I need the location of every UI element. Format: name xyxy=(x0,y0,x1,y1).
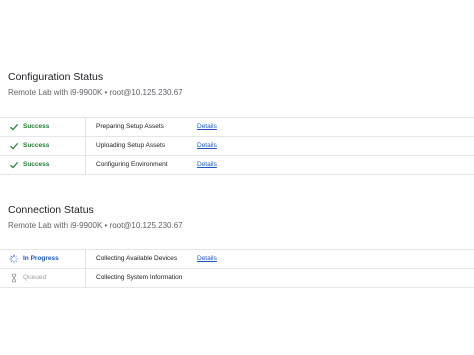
status-page: Configuration Status Remote Lab with i9-… xyxy=(0,0,474,355)
details-link[interactable]: Details xyxy=(197,161,217,168)
step-label: Preparing Setup Assets xyxy=(96,123,164,130)
table-row: Success Configuring Environment Details xyxy=(0,156,474,175)
check-icon xyxy=(9,141,19,151)
status-label: In Progress xyxy=(23,255,59,262)
check-icon xyxy=(9,160,19,170)
table-row: In Progress Collecting Available Devices… xyxy=(0,250,474,269)
step-label: Collecting Available Devices xyxy=(96,255,178,262)
details-link[interactable]: Details xyxy=(197,142,217,149)
connection-status-table: In Progress Collecting Available Devices… xyxy=(0,249,474,288)
status-cell: In Progress xyxy=(0,250,86,268)
configuration-status-table: Success Preparing Setup Assets Details S… xyxy=(0,117,474,175)
status-label: Success xyxy=(23,123,50,130)
status-label: Success xyxy=(23,161,50,168)
hourglass-icon xyxy=(9,273,19,283)
table-row: Queued Collecting System Information xyxy=(0,269,474,288)
status-cell: Queued xyxy=(0,269,86,287)
details-link[interactable]: Details xyxy=(197,255,217,262)
spinner-icon xyxy=(9,254,19,264)
status-label: Queued xyxy=(23,274,47,281)
table-row: Success Uploading Setup Assets Details xyxy=(0,137,474,156)
step-label: Collecting System Information xyxy=(96,274,183,281)
step-label: Uploading Setup Assets xyxy=(96,142,166,149)
table-row: Success Preparing Setup Assets Details xyxy=(0,118,474,137)
status-cell: Success xyxy=(0,156,86,174)
status-cell: Success xyxy=(0,137,86,155)
status-cell: Success xyxy=(0,118,86,136)
connection-status-subtitle: Remote Lab with i9-9900K • root@10.125.2… xyxy=(8,221,183,230)
step-label: Configuring Environment xyxy=(96,161,168,168)
configuration-status-subtitle: Remote Lab with i9-9900K • root@10.125.2… xyxy=(8,88,183,97)
status-label: Success xyxy=(23,142,50,149)
details-link[interactable]: Details xyxy=(197,123,217,130)
configuration-status-title: Configuration Status xyxy=(8,71,104,83)
check-icon xyxy=(9,122,19,132)
connection-status-title: Connection Status xyxy=(8,204,94,216)
